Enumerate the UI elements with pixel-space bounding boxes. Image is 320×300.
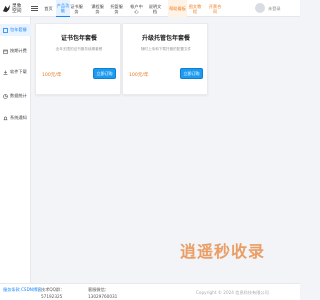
footer-qq-value: 57192325 [41,294,63,299]
sidebar-item-label: 软件下载 [10,69,27,74]
package-icon [3,27,8,33]
sidebar: 包年套餐 按期计费 软件下载 数据统计 系统通知 [0,17,31,283]
plan-card-certificate: 证书包年套餐 全年无限的证书服务续期套餐 100元/年 立即订购 [35,23,121,95]
footer-link-csdn[interactable]: CSDN博客 [21,287,41,293]
card-description: 全年无限的证书服务续期套餐 [55,47,103,51]
sidebar-item-software-download[interactable]: 软件下载 [0,66,31,78]
sidebar-item-label: 系统通知 [10,115,27,120]
nav-image-tutorial[interactable]: 图文教程 [188,0,202,17]
card-title: 升级托管包年套餐 [141,35,190,42]
subscribe-button[interactable]: 立即订购 [180,68,203,79]
nav-hosting-service[interactable]: 托管服务 [110,0,123,17]
sidebar-item-periodic-billing[interactable]: 按期计费 [0,45,31,57]
download-icon [3,70,8,75]
footer-service-value: 13029760031 [88,294,118,299]
nav-account-center[interactable]: 帐户中心 [129,0,144,17]
card-title: 证书包年套餐 [60,35,97,42]
top-navbar: 灵象空间 首页 产品功能 证书服务 课程服务 托管服务 帐户中心 说明文档 帮助… [0,0,300,17]
bell-icon [3,116,8,120]
nav-documentation[interactable]: 说明文档 [148,0,162,17]
username[interactable]: 未登录 [268,6,281,12]
footer-service-label: 客服微信： [88,287,109,292]
avatar[interactable] [255,3,265,13]
brand-logo-icon [2,4,11,13]
sidebar-item-label: 数据统计 [10,93,27,98]
footer: 服务条款 CSDN博客 技术QQ群： 57192325 客服微信： 130297… [0,283,300,300]
nav-product-features[interactable]: 产品功能 [56,0,70,17]
footer-qq-label: 技术QQ群： [41,287,65,292]
nav-invoice-contract[interactable]: 开票合同 [208,0,222,17]
sidebar-item-statistics[interactable]: 数据统计 [0,90,31,102]
calendar-icon [3,49,8,54]
watermark-subtext: Copyright © 2024 信息科技有限公司 [196,290,269,295]
brand[interactable]: 灵象空间 [0,0,28,17]
card-description: 随时上传和下载托管的配置文件 [140,47,192,51]
nav-certificate-service[interactable]: 证书服务 [70,0,83,17]
watermark-logo: 逍遥秒收录 [180,242,266,261]
nav-course-service[interactable]: 课程服务 [91,0,104,17]
subscribe-button[interactable]: 立即订购 [93,68,116,79]
card-price: 100元/年 [129,73,149,78]
sidebar-item-label: 包年套餐 [10,27,27,32]
sidebar-item-label: 按期计费 [10,48,27,53]
card-price: 100元/年 [42,73,62,78]
menu-icon[interactable] [31,5,38,12]
chart-icon [3,93,8,99]
plan-card-hosting: 升级托管包年套餐 随时上传和下载托管的配置文件 100元/年 立即订购 [122,23,208,95]
brand-name: 灵象空间 [12,3,22,14]
nav-help-board[interactable]: 帮助看板 [168,0,187,17]
nav-home[interactable]: 首页 [41,0,56,17]
sidebar-item-notifications[interactable]: 系统通知 [0,112,31,124]
footer-link-terms[interactable]: 服务条款 [3,287,20,293]
sidebar-item-annual-package[interactable]: 包年套餐 [0,24,31,36]
